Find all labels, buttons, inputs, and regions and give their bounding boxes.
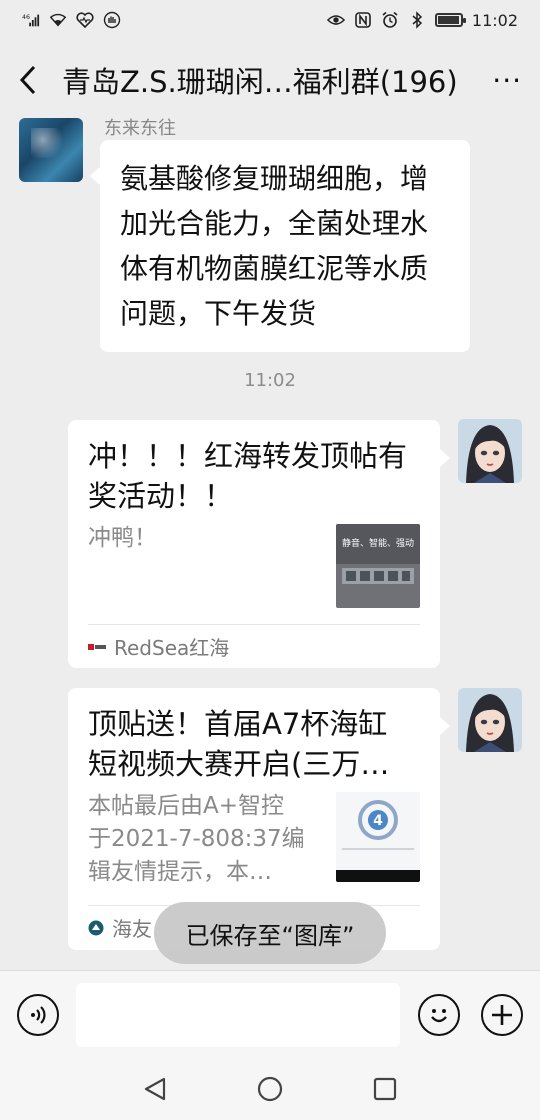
nav-back-button[interactable]: [140, 1074, 170, 1104]
chat-message-list[interactable]: 东来东往 氨基酸修复珊瑚细胞，增加光合能力，全菌处理水体有机物菌膜红泥等水质问题…: [0, 112, 540, 972]
card-thumbnail: 4: [336, 792, 420, 882]
circle-home-icon: [257, 1076, 283, 1102]
card-source: RedSea红海: [88, 624, 420, 668]
card-thumbnail-caption: 静音、智能、强动: [342, 537, 414, 549]
add-button[interactable]: [481, 994, 523, 1036]
plus-icon: [492, 1005, 512, 1025]
card-title: 顶贴送！首届A7杯海缸 短视频大赛开启(三万…: [88, 704, 420, 784]
emoji-button[interactable]: [418, 994, 460, 1036]
heart-rate-icon: [76, 11, 94, 29]
card-source-name: RedSea红海: [114, 636, 230, 660]
triangle-back-icon: [144, 1077, 166, 1101]
wifi-icon: [49, 11, 67, 29]
status-time: 11:02: [471, 10, 518, 30]
card-title: 冲！！！红海转发顶帖有 奖活动！！: [88, 436, 420, 516]
voice-icon: [31, 1006, 46, 1024]
message-text: 氨基酸修复珊瑚细胞，增加光合能力，全菌处理水体有机物菌膜红泥等水质问题，下午发货: [120, 162, 429, 330]
cellular-signal-icon: 46: [22, 11, 40, 29]
haiyou-logo-icon: [88, 920, 104, 936]
card-description-line: 于2021-7-808:37编: [88, 826, 305, 852]
status-right: 11:02: [326, 10, 518, 30]
nav-home-button[interactable]: [255, 1074, 285, 1104]
redsea-logo-icon: [88, 642, 106, 652]
link-card-redsea[interactable]: 冲！！！红海转发顶帖有 奖活动！！ 冲鸭！ 静音、智能、强动 RedSea红海: [68, 420, 450, 668]
sender-avatar[interactable]: [19, 118, 83, 182]
status-left: 46: [22, 11, 121, 29]
signal-label: 46: [22, 14, 30, 21]
chevron-left-icon: [19, 65, 36, 95]
back-button[interactable]: [18, 60, 46, 100]
my-avatar[interactable]: [458, 419, 522, 483]
my-avatar[interactable]: [458, 688, 522, 752]
toast-text: 已保存至“图库”: [185, 921, 355, 950]
nfc-icon: [354, 11, 372, 29]
square-recent-icon: [373, 1077, 397, 1101]
battery-icon: [434, 13, 466, 27]
card-title-line: 冲！！！红海转发顶帖有: [88, 439, 408, 473]
eye-icon: [326, 11, 345, 29]
card-description-line: 本帖最后由A+智控: [88, 793, 285, 819]
chat-title: 青岛Z.S.珊瑚闲…福利群(196): [62, 65, 458, 99]
card-title-line: 奖活动！！: [88, 479, 234, 513]
nav-recent-button[interactable]: [370, 1074, 400, 1104]
card-source-name: 海友: [112, 917, 152, 941]
card-description: 冲鸭！: [88, 525, 157, 551]
message-bubble[interactable]: 氨基酸修复珊瑚细胞，增加光合能力，全菌处理水体有机物菌膜红泥等水质问题，下午发货: [90, 140, 470, 352]
more-options-button[interactable]: ···: [482, 64, 522, 97]
system-nav-bar: [0, 1058, 540, 1120]
sender-name: 东来东往: [104, 118, 176, 139]
status-bar: 46 11:02: [0, 0, 540, 40]
alarm-icon: [381, 11, 399, 29]
avatar-illustration: [458, 688, 522, 752]
more-options-label: ···: [492, 63, 522, 97]
input-bar: [0, 970, 540, 1058]
card-title-line: 顶贴送！首届A7杯海缸: [88, 707, 388, 741]
card-body: 冲鸭！ 静音、智能、强动: [88, 522, 420, 608]
avatar-illustration: [458, 419, 522, 483]
svg-text:4: 4: [373, 813, 383, 829]
bluetooth-icon: [408, 11, 426, 29]
emoji-icon: [431, 1009, 447, 1023]
hand-gesture-icon: [103, 11, 121, 29]
card-body: 本帖最后由A+智控 于2021-7-808:37编 辑友情提示，本… 4: [88, 790, 420, 889]
saved-toast: 已保存至“图库”: [154, 902, 386, 964]
card-description-line: 辑友情提示，本…: [88, 859, 272, 885]
message-timestamp: 11:02: [244, 370, 296, 391]
card-thumbnail: 静音、智能、强动: [336, 524, 420, 608]
message-input[interactable]: [76, 983, 400, 1047]
battery-level: [437, 16, 459, 24]
card-description: 本帖最后由A+智控 于2021-7-808:37编 辑友情提示，本…: [88, 790, 318, 889]
voice-button[interactable]: [17, 994, 59, 1036]
card-title-line: 短视频大赛开启(三万…: [88, 747, 390, 781]
chat-header: 青岛Z.S.珊瑚闲…福利群(196) ···: [0, 40, 540, 120]
